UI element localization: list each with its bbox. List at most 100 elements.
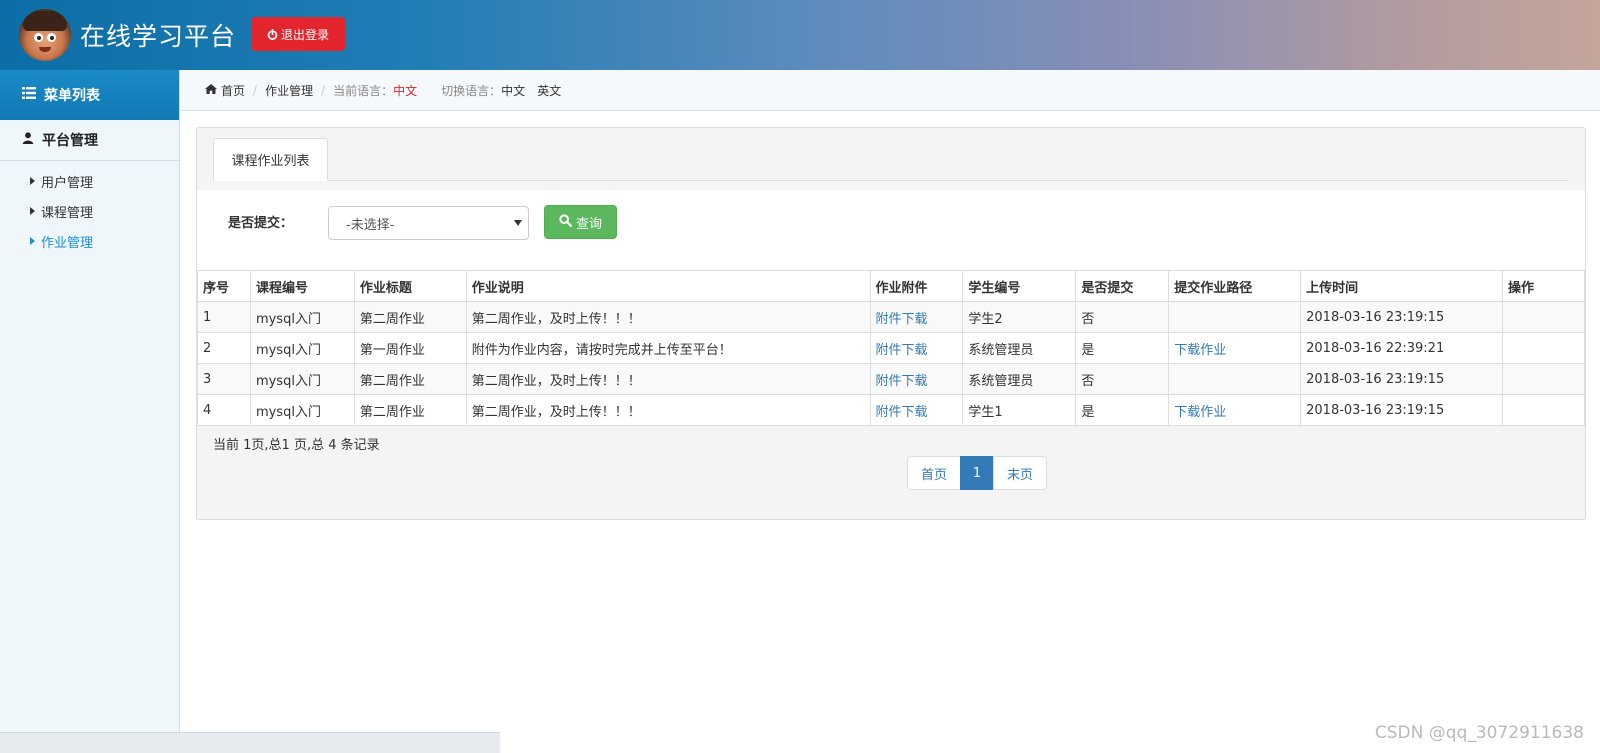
- current-language-label: 当前语言：: [333, 83, 394, 98]
- homework-panel: 课程作业列表 是否提交： -未选择- 查询 序号 课程编号 作业标题 作业说明: [196, 127, 1586, 520]
- submitted-select[interactable]: -未选择-: [328, 206, 529, 240]
- cell-course-id: mysql入门: [249, 301, 355, 333]
- list-icon: [22, 87, 36, 103]
- query-button[interactable]: 查询: [544, 205, 617, 239]
- table-row: 4 mysql入门 第二周作业 第二周作业，及时上传！！！ 附件下载 学生1 是…: [197, 394, 1585, 426]
- cell-upload-time: 2018-03-16 23:19:15: [1300, 394, 1504, 426]
- current-language-value: 中文: [393, 83, 418, 98]
- last-page-button[interactable]: 末页: [993, 456, 1047, 490]
- sidebar-item-label: 作业管理: [41, 235, 94, 251]
- cell-upload-time: 2018-03-16 22:39:21: [1300, 332, 1504, 364]
- cell-student-id: 学生1: [962, 394, 1077, 426]
- col-header: 学生编号: [962, 270, 1077, 302]
- switch-language-en[interactable]: 英文: [537, 82, 561, 99]
- col-header: 作业附件: [869, 270, 964, 302]
- menu-list-title: 菜单列表: [44, 88, 100, 104]
- col-header: 作业说明: [465, 270, 871, 302]
- col-header: 是否提交: [1075, 270, 1170, 302]
- homework-download-link[interactable]: 下载作业: [1174, 343, 1226, 358]
- cell-student-id: 系统管理员: [962, 363, 1077, 395]
- cell-submitted: 是: [1075, 394, 1170, 426]
- cell-title: 第二周作业: [353, 363, 467, 395]
- breadcrumb-current[interactable]: 作业管理: [265, 82, 313, 99]
- cell-submit-path: [1168, 363, 1302, 395]
- homework-download-link[interactable]: 下载作业: [1174, 405, 1226, 420]
- col-header: 提交作业路径: [1168, 270, 1302, 302]
- page-info: 当前 1页,总1 页,总 4 条记录: [213, 438, 380, 453]
- breadcrumb-home[interactable]: 首页: [221, 82, 245, 99]
- filter-area: 是否提交： -未选择- 查询: [197, 190, 1585, 270]
- table-header-row: 序号 课程编号 作业标题 作业说明 作业附件 学生编号 是否提交 提交作业路径 …: [197, 270, 1585, 302]
- cell-attachment: 附件下载: [869, 301, 964, 333]
- col-header: 课程编号: [249, 270, 355, 302]
- breadcrumb-separator: /: [253, 83, 258, 97]
- query-label: 查询: [575, 216, 602, 232]
- table-row: 1 mysql入门 第二周作业 第二周作业，及时上传！！！ 附件下载 学生2 否…: [197, 301, 1585, 333]
- group-title: 平台管理: [42, 133, 98, 149]
- pagination: 首页 1 末页: [907, 456, 1047, 490]
- sidebar-item-courses[interactable]: 课程管理: [0, 196, 179, 226]
- cell-index: 1: [197, 301, 251, 333]
- sidebar-item-label: 课程管理: [41, 205, 94, 221]
- cell-index: 3: [197, 363, 251, 395]
- cell-submitted: 否: [1075, 363, 1170, 395]
- cell-actions: [1502, 363, 1585, 395]
- attachment-download-link[interactable]: 附件下载: [876, 374, 928, 389]
- col-header: 操作: [1502, 270, 1585, 302]
- horizontal-scrollbar[interactable]: [0, 732, 500, 753]
- search-icon: [559, 213, 573, 231]
- cell-attachment: 附件下载: [869, 332, 964, 364]
- breadcrumb-separator: /: [321, 83, 326, 97]
- sidebar: 菜单列表 平台管理 用户管理 课程管理 作业管理: [0, 70, 180, 753]
- cell-submit-path: [1168, 301, 1302, 333]
- cell-title: 第二周作业: [353, 301, 467, 333]
- cell-upload-time: 2018-03-16 23:19:15: [1300, 363, 1504, 395]
- sidebar-item-label: 用户管理: [41, 175, 94, 191]
- submitted-select-value: -未选择-: [346, 217, 395, 233]
- cell-title: 第二周作业: [353, 394, 467, 426]
- current-page-button[interactable]: 1: [960, 456, 994, 490]
- cell-submit-path: 下载作业: [1168, 332, 1302, 364]
- sidebar-item-homework[interactable]: 作业管理: [0, 226, 179, 256]
- cell-course-id: mysql入门: [249, 332, 355, 364]
- first-page-button[interactable]: 首页: [907, 456, 961, 490]
- tab-strip: 课程作业列表: [213, 138, 1569, 181]
- cell-description: 第二周作业，及时上传！！！: [465, 394, 871, 426]
- cell-attachment: 附件下载: [869, 394, 964, 426]
- power-icon: [267, 28, 278, 40]
- col-header: 序号: [197, 270, 251, 302]
- cell-description: 第二周作业，及时上传！！！: [465, 363, 871, 395]
- app-title: 在线学习平台: [80, 22, 237, 51]
- sidebar-item-users[interactable]: 用户管理: [0, 166, 179, 196]
- cell-actions: [1502, 394, 1585, 426]
- caret-right-icon: [30, 237, 35, 245]
- cell-description: 附件为作业内容，请按时完成并上传至平台！: [465, 332, 871, 364]
- caret-right-icon: [30, 177, 35, 185]
- attachment-download-link[interactable]: 附件下载: [876, 343, 928, 358]
- cell-index: 2: [197, 332, 251, 364]
- table-row: 2 mysql入门 第一周作业 附件为作业内容，请按时完成并上传至平台！ 附件下…: [197, 332, 1585, 364]
- switch-language-label: 切换语言：: [441, 83, 502, 98]
- submitted-filter-label: 是否提交：: [228, 216, 294, 231]
- cell-student-id: 学生2: [962, 301, 1077, 333]
- tab-course-homework-list[interactable]: 课程作业列表: [213, 138, 328, 181]
- table-row: 3 mysql入门 第二周作业 第二周作业，及时上传！！！ 附件下载 系统管理员…: [197, 363, 1585, 395]
- attachment-download-link[interactable]: 附件下载: [876, 312, 928, 327]
- chevron-down-icon: [514, 220, 522, 226]
- col-header: 作业标题: [353, 270, 467, 302]
- attachment-download-link[interactable]: 附件下载: [876, 405, 928, 420]
- home-icon: [205, 83, 217, 97]
- cell-attachment: 附件下载: [869, 363, 964, 395]
- cell-course-id: mysql入门: [249, 363, 355, 395]
- platform-manage-group[interactable]: 平台管理: [0, 120, 179, 161]
- homework-table: 序号 课程编号 作业标题 作业说明 作业附件 学生编号 是否提交 提交作业路径 …: [197, 270, 1585, 426]
- menu-list-header[interactable]: 菜单列表: [0, 70, 179, 120]
- cell-submitted: 是: [1075, 332, 1170, 364]
- switch-language-zh[interactable]: 中文: [501, 82, 525, 99]
- logout-button[interactable]: 退出登录: [251, 17, 345, 51]
- user-icon: [22, 132, 34, 148]
- logout-label: 退出登录: [280, 27, 329, 42]
- cell-description: 第二周作业，及时上传！！！: [465, 301, 871, 333]
- breadcrumb: 首页 / 作业管理 / 当前语言： 中文 切换语言： 中文 英文: [181, 70, 1600, 111]
- cell-student-id: 系统管理员: [962, 332, 1077, 364]
